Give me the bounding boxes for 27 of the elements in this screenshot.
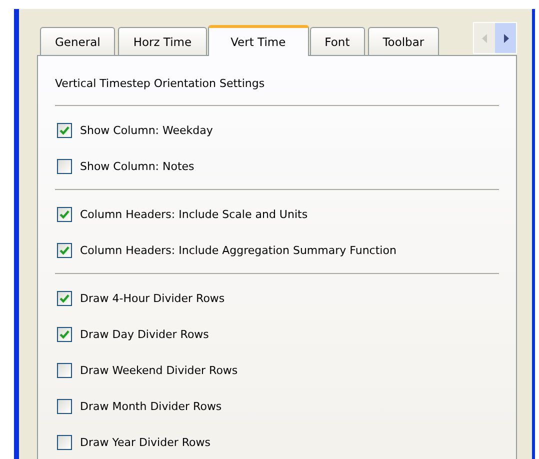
checkbox[interactable] bbox=[57, 290, 72, 306]
tab[interactable]: Horz Time bbox=[118, 27, 207, 55]
tab[interactable]: Font bbox=[310, 27, 365, 55]
checkbox[interactable] bbox=[57, 398, 72, 414]
checkbox[interactable] bbox=[57, 158, 72, 174]
checkbox-option[interactable]: Column Headers: Include Aggregation Summary Function bbox=[55, 232, 499, 268]
checkbox[interactable] bbox=[57, 434, 72, 450]
checkbox-option[interactable]: Draw Month Divider Rows bbox=[55, 388, 499, 424]
checkbox-option[interactable]: Show Column: Weekday bbox=[55, 112, 499, 148]
section-heading: Vertical Timestep Orientation Settings bbox=[55, 76, 266, 92]
checkbox-option[interactable]: Column Headers: Include Scale and Units bbox=[55, 196, 499, 232]
left-arrow-icon bbox=[482, 34, 488, 42]
checkbox[interactable] bbox=[57, 206, 72, 222]
tab[interactable]: General bbox=[40, 27, 116, 55]
checkbox-option[interactable]: Draw 4-Hour Divider Rows bbox=[55, 280, 499, 316]
checkbox[interactable] bbox=[57, 326, 72, 342]
right-arrow-icon bbox=[502, 34, 508, 42]
checkbox[interactable] bbox=[57, 122, 72, 138]
checkbox-option[interactable]: Draw Year Divider Rows bbox=[55, 424, 499, 459]
checkbox-option[interactable]: Show Column: Notes bbox=[55, 148, 499, 184]
checkbox-option[interactable]: Draw Weekend Divider Rows bbox=[55, 352, 499, 388]
checkbox[interactable] bbox=[57, 362, 72, 378]
checkbox[interactable] bbox=[57, 242, 72, 258]
tab[interactable]: Toolbar bbox=[368, 27, 440, 55]
scroll-right-button[interactable] bbox=[495, 23, 516, 53]
checkbox-option[interactable]: Draw Day Divider Rows bbox=[55, 316, 499, 352]
tab[interactable]: Vert Time bbox=[208, 25, 309, 56]
